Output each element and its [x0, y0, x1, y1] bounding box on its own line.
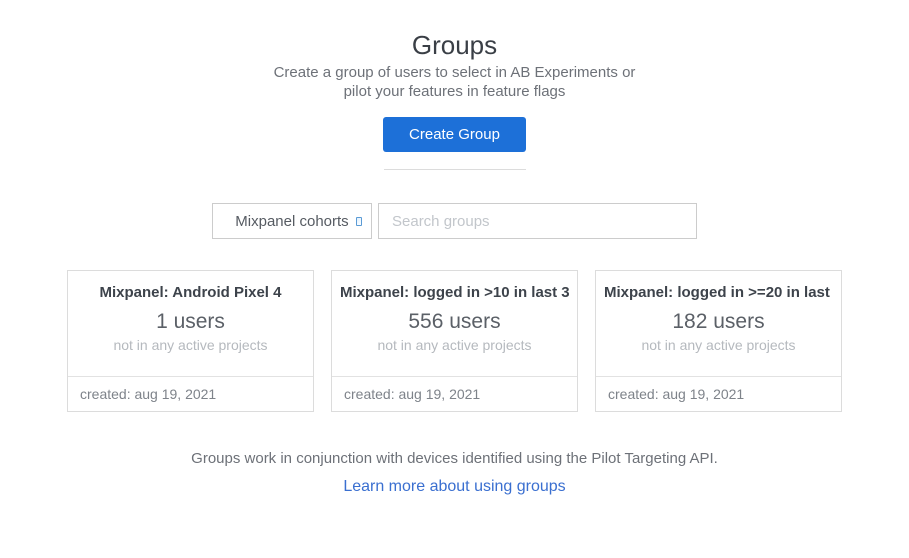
learn-more-link[interactable]: Learn more about using groups — [343, 478, 565, 495]
group-created-date: created: aug 19, 2021 — [68, 376, 313, 411]
group-created-date: created: aug 19, 2021 — [596, 376, 841, 411]
filters-row: Mixpanel cohorts — [0, 203, 909, 239]
group-user-count: 556 users — [340, 310, 569, 334]
page-title: Groups — [0, 30, 909, 60]
groups-page: Groups Create a group of users to select… — [0, 0, 909, 558]
group-name: Mixpanel: logged in >=20 in last 30... — [604, 284, 833, 301]
groups-info-note: Groups work in conjunction with devices … — [0, 450, 909, 467]
group-name: Mixpanel: logged in >10 in last 30 ... — [340, 284, 569, 301]
group-card[interactable]: Mixpanel: logged in >10 in last 30 ... 5… — [331, 270, 578, 412]
group-name: Mixpanel: Android Pixel 4 — [76, 284, 305, 301]
group-status: not in any active projects — [340, 337, 569, 353]
cohort-source-dropdown-label: Mixpanel cohorts — [235, 213, 348, 230]
group-user-count: 1 users — [76, 310, 305, 334]
group-card[interactable]: Mixpanel: Android Pixel 4 1 users not in… — [67, 270, 314, 412]
cohort-source-dropdown[interactable]: Mixpanel cohorts — [212, 203, 372, 239]
group-status: not in any active projects — [76, 337, 305, 353]
create-group-button-row: Create Group — [0, 117, 909, 152]
page-subtitle: Create a group of users to select in AB … — [260, 63, 650, 101]
create-group-button[interactable]: Create Group — [383, 117, 526, 152]
group-card-body: Mixpanel: logged in >10 in last 30 ... 5… — [332, 271, 577, 376]
group-card-body: Mixpanel: Android Pixel 4 1 users not in… — [68, 271, 313, 376]
dropdown-glyph-icon — [356, 217, 362, 226]
group-status: not in any active projects — [604, 337, 833, 353]
group-card-body: Mixpanel: logged in >=20 in last 30... 1… — [596, 271, 841, 376]
footer-link-row: Learn more about using groups — [0, 478, 909, 496]
group-user-count: 182 users — [604, 310, 833, 334]
header-divider — [384, 169, 526, 170]
search-groups-input[interactable] — [378, 203, 697, 239]
group-cards-row: Mixpanel: Android Pixel 4 1 users not in… — [0, 270, 909, 412]
group-card[interactable]: Mixpanel: logged in >=20 in last 30... 1… — [595, 270, 842, 412]
group-created-date: created: aug 19, 2021 — [332, 376, 577, 411]
